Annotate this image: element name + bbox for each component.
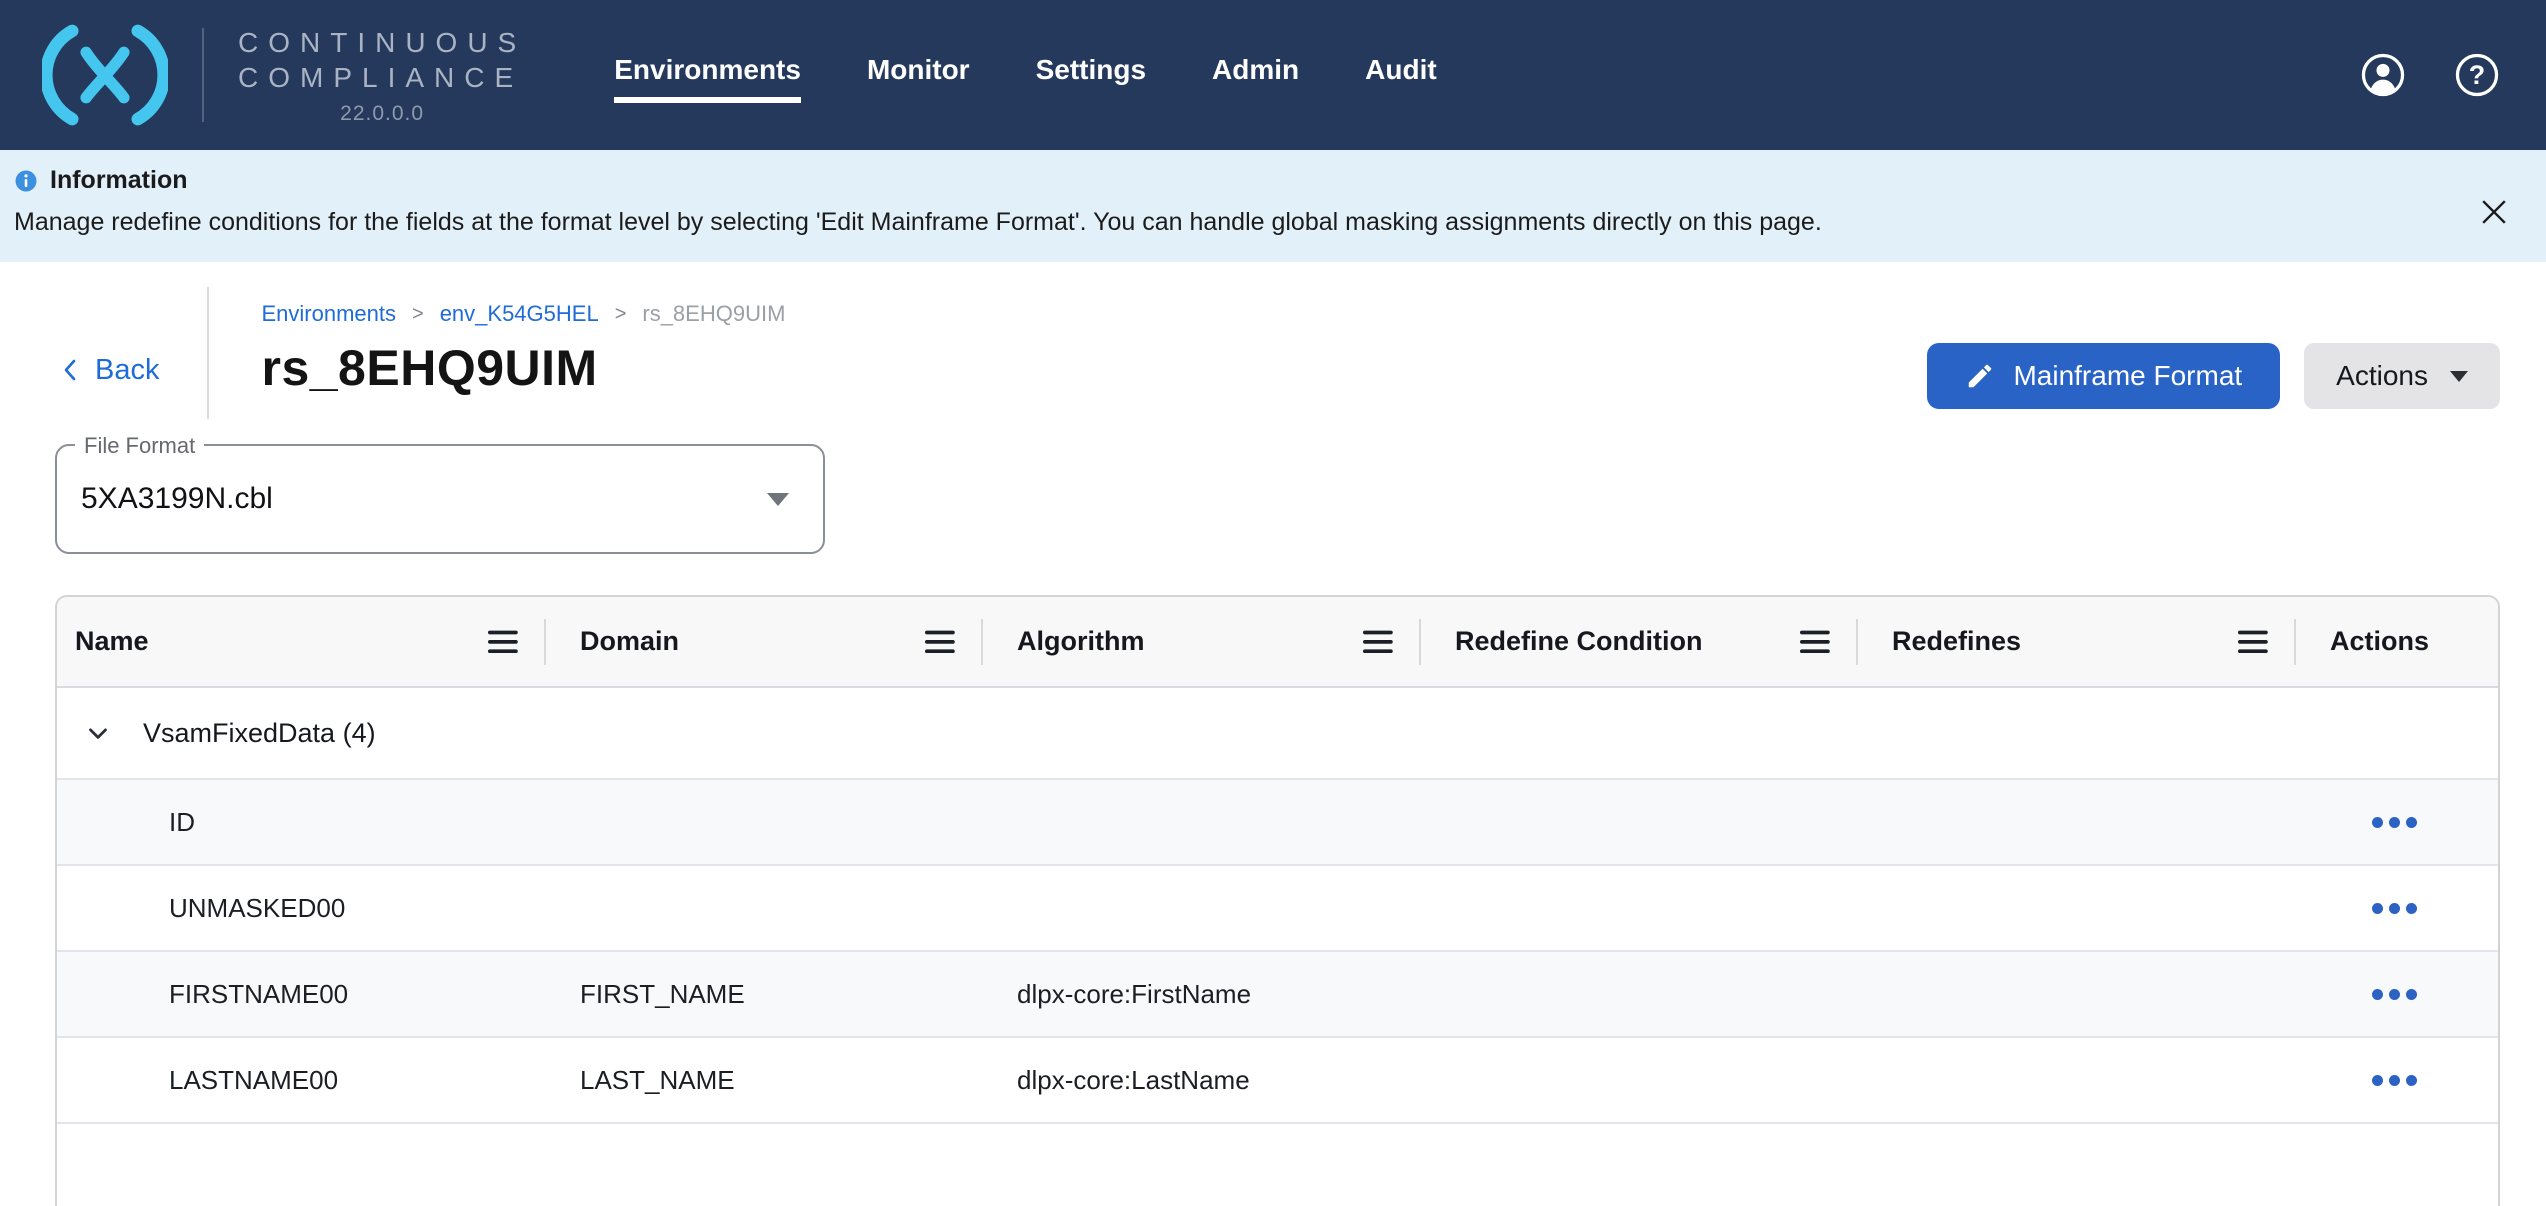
logo-divider xyxy=(202,28,204,122)
banner-title: Information xyxy=(50,166,188,195)
mainframe-format-button[interactable]: Mainframe Format xyxy=(1927,343,2280,409)
fields-table: Name Domain Algorithm xyxy=(55,595,2500,1206)
cell-domain: LAST_NAME xyxy=(562,1038,999,1122)
table-row: FIRSTNAME00 FIRST_NAME dlpx-core:FirstNa… xyxy=(57,952,2498,1038)
row-actions-menu-icon[interactable] xyxy=(2366,811,2423,834)
nav-settings[interactable]: Settings xyxy=(1036,54,1146,86)
column-header-actions: Actions xyxy=(2312,597,2498,686)
group-row-vsamfixeddata[interactable]: VsamFixedData (4) xyxy=(57,688,2498,780)
column-header-name: Name xyxy=(57,597,562,686)
cell-redefine-condition xyxy=(1437,866,1874,950)
app-window: CONTINUOUS COMPLIANCE 22.0.0.0 Environme… xyxy=(0,0,2546,1206)
title-divider xyxy=(207,287,209,419)
row-actions-menu-icon[interactable] xyxy=(2366,897,2423,920)
actions-label: Actions xyxy=(2336,360,2428,392)
cell-algorithm: dlpx-core:FirstName xyxy=(999,952,1437,1036)
column-menu-icon[interactable] xyxy=(1800,629,1834,655)
cell-domain xyxy=(562,780,999,864)
row-actions-menu-icon[interactable] xyxy=(2366,1069,2423,1092)
table-header-row: Name Domain Algorithm xyxy=(57,597,2498,688)
column-menu-icon[interactable] xyxy=(1363,629,1397,655)
column-menu-icon[interactable] xyxy=(2238,629,2272,655)
cell-algorithm xyxy=(999,866,1437,950)
column-divider xyxy=(1419,619,1421,665)
column-menu-icon[interactable] xyxy=(925,629,959,655)
group-label: VsamFixedData (4) xyxy=(143,718,376,749)
mainframe-format-label: Mainframe Format xyxy=(2013,360,2242,392)
cell-redefines xyxy=(1874,780,2312,864)
column-header-redefines: Redefines xyxy=(1874,597,2312,686)
version-label: 22.0.0.0 xyxy=(238,102,526,126)
column-header-redefine-condition: Redefine Condition xyxy=(1437,597,1874,686)
nav-environments[interactable]: Environments xyxy=(614,54,801,86)
cell-name: LASTNAME00 xyxy=(57,1038,562,1122)
cell-name: FIRSTNAME00 xyxy=(57,952,562,1036)
breadcrumb-environments[interactable]: Environments xyxy=(261,301,396,327)
cell-algorithm: dlpx-core:LastName xyxy=(999,1038,1437,1122)
back-button[interactable]: Back xyxy=(55,349,159,391)
row-actions-menu-icon[interactable] xyxy=(2366,983,2423,1006)
svg-text:?: ? xyxy=(2469,60,2485,90)
breadcrumb: Environments > env_K54G5HEL > rs_8EHQ9UI… xyxy=(261,301,785,327)
page-header: Back Environments > env_K54G5HEL > rs_8E… xyxy=(55,287,2500,419)
delphix-logo-icon xyxy=(42,24,168,126)
breadcrumb-environment[interactable]: env_K54G5HEL xyxy=(440,301,599,327)
breadcrumb-current: rs_8EHQ9UIM xyxy=(642,301,785,327)
column-divider xyxy=(2294,619,2296,665)
cell-domain: FIRST_NAME xyxy=(562,952,999,1036)
nav-monitor[interactable]: Monitor xyxy=(867,54,970,86)
table-row: ID xyxy=(57,780,2498,866)
column-menu-icon[interactable] xyxy=(488,629,522,655)
cell-redefine-condition xyxy=(1437,1038,1874,1122)
brand-line-2: COMPLIANCE xyxy=(238,60,526,95)
pencil-icon xyxy=(1965,361,1995,391)
nav-admin[interactable]: Admin xyxy=(1212,54,1299,86)
chevron-left-icon xyxy=(55,354,87,386)
cell-redefines xyxy=(1874,866,2312,950)
cell-domain xyxy=(562,866,999,950)
close-icon[interactable] xyxy=(2476,194,2512,233)
chevron-down-icon[interactable] xyxy=(83,718,113,748)
caret-down-icon xyxy=(2450,371,2468,382)
column-header-domain: Domain xyxy=(562,597,999,686)
main-content: Back Environments > env_K54G5HEL > rs_8E… xyxy=(0,287,2546,1206)
file-format-label: File Format xyxy=(75,433,204,459)
column-divider xyxy=(1856,619,1858,665)
brand-text: CONTINUOUS COMPLIANCE 22.0.0.0 xyxy=(238,25,526,126)
info-icon xyxy=(14,169,38,193)
help-icon[interactable]: ? xyxy=(2454,52,2500,98)
top-navigation-bar: CONTINUOUS COMPLIANCE 22.0.0.0 Environme… xyxy=(0,0,2546,150)
table-row: LASTNAME00 LAST_NAME dlpx-core:LastName xyxy=(57,1038,2498,1124)
file-format-select[interactable]: File Format 5XA3199N.cbl xyxy=(55,444,825,554)
actions-button[interactable]: Actions xyxy=(2304,343,2500,409)
page-title: rs_8EHQ9UIM xyxy=(261,339,785,397)
table-row: UNMASKED00 xyxy=(57,866,2498,952)
column-divider xyxy=(981,619,983,665)
cell-redefine-condition xyxy=(1437,780,1874,864)
column-header-algorithm: Algorithm xyxy=(999,597,1437,686)
user-account-icon[interactable] xyxy=(2360,52,2406,98)
nav-audit[interactable]: Audit xyxy=(1365,54,1437,86)
cell-redefines xyxy=(1874,952,2312,1036)
info-banner: Information Manage redefine conditions f… xyxy=(0,150,2546,262)
cell-redefines xyxy=(1874,1038,2312,1122)
file-format-value: 5XA3199N.cbl xyxy=(81,482,273,516)
app-logo: CONTINUOUS COMPLIANCE 22.0.0.0 xyxy=(42,24,526,126)
breadcrumb-separator: > xyxy=(615,303,627,326)
column-divider xyxy=(544,619,546,665)
back-label: Back xyxy=(95,354,159,387)
brand-line-1: CONTINUOUS xyxy=(238,25,526,60)
cell-name: UNMASKED00 xyxy=(57,866,562,950)
cell-redefine-condition xyxy=(1437,952,1874,1036)
cell-name: ID xyxy=(57,780,562,864)
banner-message: Manage redefine conditions for the field… xyxy=(14,208,2436,237)
breadcrumb-separator: > xyxy=(412,303,424,326)
cell-algorithm xyxy=(999,780,1437,864)
main-nav: Environments Monitor Settings Admin Audi… xyxy=(614,54,1436,86)
chevron-down-icon xyxy=(767,493,789,506)
